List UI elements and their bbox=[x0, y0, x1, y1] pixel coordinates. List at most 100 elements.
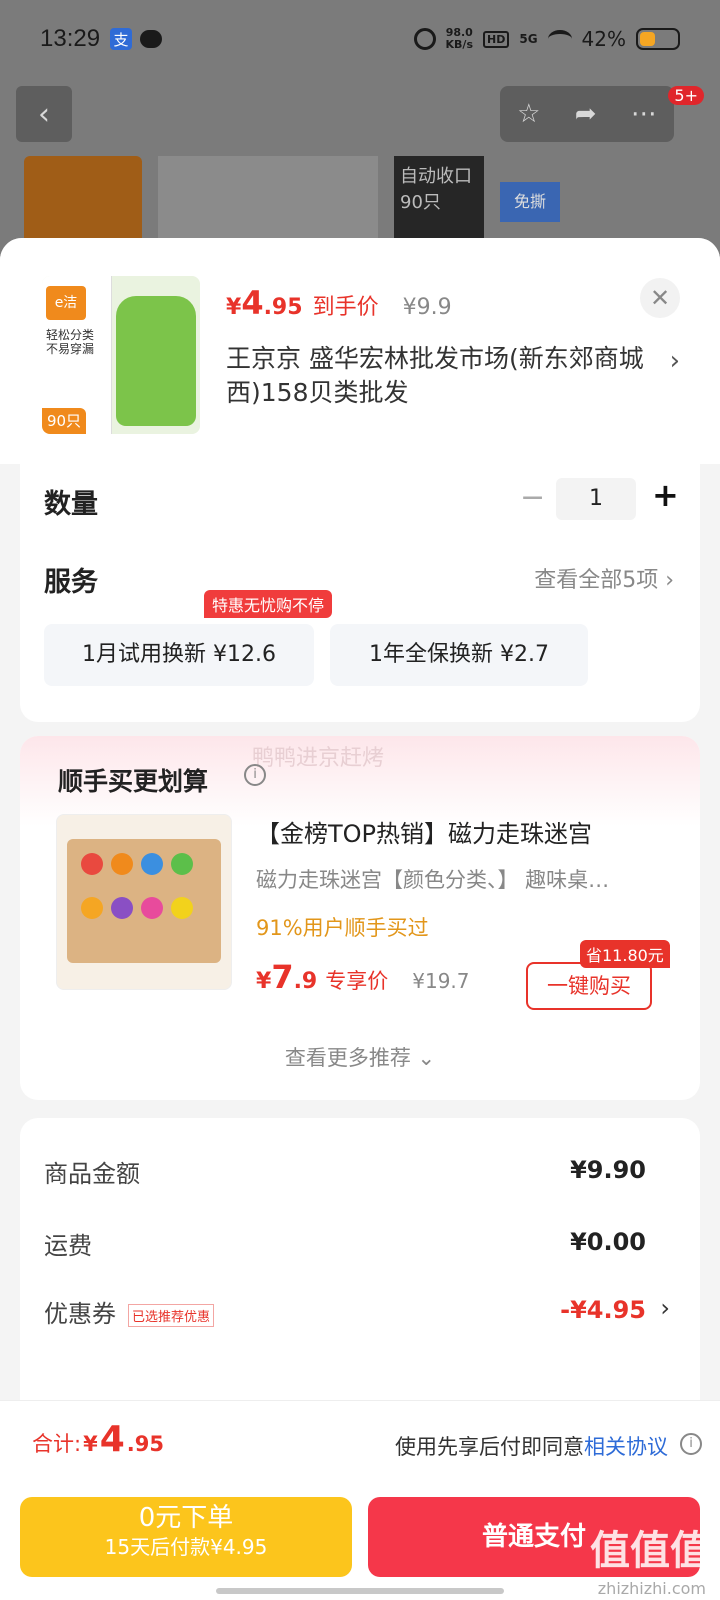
recommend-item-title[interactable]: 【金榜TOP热销】磁力走珠迷宫 bbox=[256, 814, 592, 849]
price-symbol: ¥ bbox=[256, 969, 272, 994]
background-nav: ‹ ☆ ➦ ⋯ 5+ bbox=[16, 86, 704, 142]
recommend-watermark: 鸭鸭进京赶烤 bbox=[252, 746, 385, 771]
agreement-link[interactable]: 相关协议 bbox=[584, 1435, 668, 1459]
bead bbox=[171, 897, 193, 919]
coupon-tag: 已选推荐优惠 bbox=[128, 1303, 215, 1327]
star-icon[interactable]: ☆ bbox=[517, 99, 540, 129]
bead bbox=[141, 897, 163, 919]
summary-label: 优惠券 bbox=[44, 1300, 116, 1328]
thumb-count: 90只 bbox=[42, 408, 86, 434]
close-icon: ✕ bbox=[649, 284, 671, 312]
background-image-2 bbox=[158, 156, 378, 240]
battery-percent: 42% bbox=[581, 27, 626, 51]
summary-row: 商品金额 ¥9.90 bbox=[44, 1154, 646, 1189]
battery-icon bbox=[636, 28, 680, 50]
quantity-input[interactable]: 1 bbox=[556, 478, 636, 520]
service-option[interactable]: 1年全保换新 ¥2.7 bbox=[330, 624, 588, 686]
summary-label: 运费 bbox=[44, 1232, 92, 1260]
total-int: 4 bbox=[99, 1419, 125, 1460]
save-badge: 省11.80元 bbox=[580, 940, 670, 968]
coupon-row[interactable]: 优惠券 已选推荐优惠 -¥4.95 bbox=[44, 1294, 646, 1329]
total-symbol: ¥ bbox=[83, 1432, 98, 1456]
recommend-price-label: 专享价 bbox=[325, 969, 389, 993]
summary-value: ¥9.90 bbox=[570, 1156, 646, 1184]
wifi-icon bbox=[547, 30, 572, 48]
see-more-recommendations[interactable]: 查看更多推荐 ⌄ bbox=[20, 1042, 700, 1072]
battery-fill bbox=[640, 32, 656, 46]
summary-value: ¥0.00 bbox=[570, 1228, 646, 1256]
bead bbox=[81, 897, 103, 919]
thumb-bag bbox=[116, 296, 196, 426]
summary-row: 运费 ¥0.00 bbox=[44, 1226, 646, 1261]
price-row: ¥4.95 到手价 ¥9.9 bbox=[226, 284, 452, 322]
info-icon[interactable]: i bbox=[680, 1433, 702, 1455]
chevron-left-icon: ‹ bbox=[38, 96, 50, 132]
shop-name[interactable]: 王京京 盛华宏林批发市场(新东郊商城西)158贝类批发 bbox=[226, 342, 646, 410]
service-badge: 特惠无忧购不停 bbox=[204, 590, 333, 618]
summary-value: -¥4.95 bbox=[560, 1296, 646, 1324]
recommend-price-row: ¥7.9 专享价 ¥19.7 bbox=[256, 958, 470, 996]
maze-board bbox=[67, 839, 221, 963]
back-button[interactable]: ‹ bbox=[16, 86, 72, 142]
bead bbox=[171, 853, 193, 875]
options-card: 数量 − 1 + 服务 查看全部5项 › 特惠无忧购不停 1月试用换新 ¥12.… bbox=[20, 464, 700, 722]
bead bbox=[141, 853, 163, 875]
alarm-icon bbox=[413, 28, 436, 50]
price-dec: .95 bbox=[263, 295, 303, 320]
product-thumbnail[interactable]: e洁 轻松分类 不易穿漏 90只 bbox=[42, 276, 200, 434]
service-view-all[interactable]: 查看全部5项 › bbox=[534, 562, 674, 594]
status-time: 13:29 bbox=[40, 25, 101, 52]
total-label: 合计: bbox=[32, 1432, 82, 1456]
share-icon[interactable]: ➦ bbox=[575, 99, 597, 129]
agreement-text: 使用先享后付即同意相关协议 bbox=[395, 1431, 668, 1461]
notification-badge: 5+ bbox=[668, 86, 704, 105]
background-tag: 免撕 bbox=[500, 182, 560, 222]
quantity-minus-button[interactable]: − bbox=[520, 480, 545, 515]
recommend-item-subtitle: 磁力走珠迷宫【颜色分类、】 趣味桌… bbox=[256, 868, 610, 892]
recommend-original-price: ¥19.7 bbox=[412, 969, 470, 993]
recommend-title: 顺手买更划算 bbox=[58, 767, 209, 796]
chat-icon bbox=[140, 30, 163, 48]
status-bar: 13:29 支 98.0 KB/s HD 5G 42% bbox=[0, 0, 720, 78]
close-button[interactable]: ✕ bbox=[640, 278, 680, 318]
chevron-right-icon[interactable]: › bbox=[670, 346, 680, 376]
recommend-social-proof: 91%用户顺手买过 bbox=[256, 916, 429, 940]
bead bbox=[81, 853, 103, 875]
price-label: 到手价 bbox=[312, 295, 379, 320]
original-price: ¥9.9 bbox=[402, 295, 452, 320]
price-int: 7 bbox=[271, 958, 294, 996]
quantity-label: 数量 bbox=[44, 489, 98, 520]
home-indicator[interactable] bbox=[216, 1588, 504, 1594]
status-right: 98.0 KB/s HD 5G 42% bbox=[413, 26, 680, 51]
recommend-image[interactable] bbox=[56, 814, 232, 990]
recommend-price: ¥7.9 bbox=[256, 958, 317, 996]
purchase-sheet: e洁 轻松分类 不易穿漏 90只 ¥4.95 到手价 ¥9.9 ✕ 王京京 盛华… bbox=[0, 238, 720, 1600]
chevron-right-icon[interactable]: › bbox=[660, 1294, 670, 1322]
service-label: 服务 bbox=[44, 567, 98, 598]
background-image-3: 自动收口 90只 bbox=[394, 156, 484, 240]
total-dec: .95 bbox=[126, 1432, 164, 1456]
product-header: e洁 轻松分类 不易穿漏 90只 ¥4.95 到手价 ¥9.9 ✕ 王京京 盛华… bbox=[0, 238, 720, 464]
price-summary-card: 商品金额 ¥9.90 运费 ¥0.00 优惠券 已选推荐优惠 -¥4.95 › bbox=[20, 1118, 700, 1418]
site-watermark-url: zhizhizhi.com bbox=[597, 1579, 706, 1598]
quantity-plus-button[interactable]: + bbox=[652, 476, 679, 514]
signal-icon: 5G bbox=[519, 32, 538, 46]
background-actions: ☆ ➦ ⋯ bbox=[500, 86, 674, 142]
alipay-icon: 支 bbox=[110, 28, 133, 50]
brand-logo: e洁 bbox=[46, 286, 86, 320]
total-price: 合计: ¥4.95 bbox=[32, 1419, 164, 1460]
price-dec: .9 bbox=[293, 969, 318, 994]
price-int: 4 bbox=[241, 284, 264, 322]
final-price: ¥4.95 bbox=[226, 284, 303, 322]
site-watermark: 值值值 bbox=[590, 1528, 710, 1574]
price-symbol: ¥ bbox=[226, 295, 242, 320]
pay-later-button[interactable]: 0元下单 15天后付款¥4.95 bbox=[20, 1497, 352, 1577]
one-click-buy-button[interactable]: 一键购买 bbox=[526, 962, 652, 1010]
net-speed: 98.0 KB/s bbox=[445, 26, 473, 51]
recommend-card: 鸭鸭进京赶烤 顺手买更划算 i 【金榜TOP热销】磁力走珠迷宫 磁力走珠迷宫【颜… bbox=[20, 736, 700, 1100]
hd-icon: HD bbox=[483, 30, 510, 48]
more-icon[interactable]: ⋯ bbox=[631, 99, 657, 129]
bead bbox=[111, 853, 133, 875]
service-option[interactable]: 1月试用换新 ¥12.6 bbox=[44, 624, 314, 686]
info-icon[interactable]: i bbox=[244, 764, 266, 786]
